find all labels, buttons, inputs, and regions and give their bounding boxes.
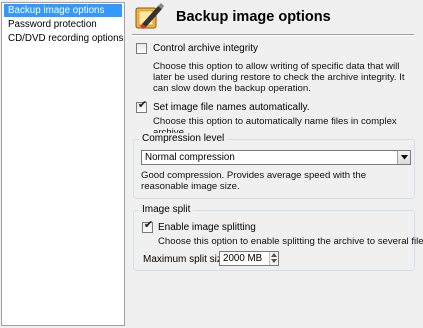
- caret-down-icon: [271, 259, 277, 263]
- splitting-description: Choose this option to enable splitting t…: [158, 236, 423, 247]
- spin-buttons: [269, 252, 278, 265]
- sidebar-item-password-protection[interactable]: Password protection: [4, 18, 122, 31]
- compression-group-title: Compression level: [139, 133, 228, 144]
- dropdown-button[interactable]: [397, 151, 410, 164]
- auto-names-label[interactable]: Set image file names automatically.: [153, 102, 310, 113]
- control-integrity-description: Choose this option to allow writing of s…: [153, 61, 405, 94]
- caret-up-icon: [271, 253, 277, 257]
- checkmark-icon: ✔: [137, 99, 148, 111]
- sidebar-item-cd-dvd-recording-options[interactable]: CD/DVD recording options: [4, 32, 123, 45]
- compression-select-value: Normal compression: [145, 152, 235, 163]
- compression-select[interactable]: Normal compression: [141, 150, 411, 165]
- checkmark-icon: ✔: [143, 219, 154, 231]
- chevron-down-icon: [401, 155, 408, 160]
- options-sidebar: Backup image options Password protection…: [1, 2, 125, 326]
- control-integrity-label[interactable]: Control archive integrity: [153, 43, 258, 54]
- enable-splitting-label[interactable]: Enable image splitting: [158, 222, 256, 233]
- max-split-size-value: 2000 MB: [223, 253, 263, 264]
- edit-brush-icon: [134, 2, 166, 32]
- max-split-size-input[interactable]: 2000 MB: [219, 251, 279, 266]
- spin-down-button[interactable]: [270, 258, 278, 264]
- sidebar-item-backup-image-options[interactable]: Backup image options: [4, 4, 122, 17]
- control-integrity-checkbox[interactable]: [136, 43, 147, 54]
- auto-names-checkbox[interactable]: ✔: [136, 99, 148, 113]
- options-panel: Backup image options Control archive int…: [126, 0, 423, 328]
- image-split-group-title: Image split: [139, 204, 194, 215]
- enable-splitting-checkbox[interactable]: ✔: [142, 219, 154, 233]
- header-divider: [132, 34, 414, 36]
- compression-description: Good compression. Provides average speed…: [141, 170, 367, 192]
- max-split-size-label: Maximum split size:: [143, 254, 231, 265]
- page-title: Backup image options: [176, 9, 331, 25]
